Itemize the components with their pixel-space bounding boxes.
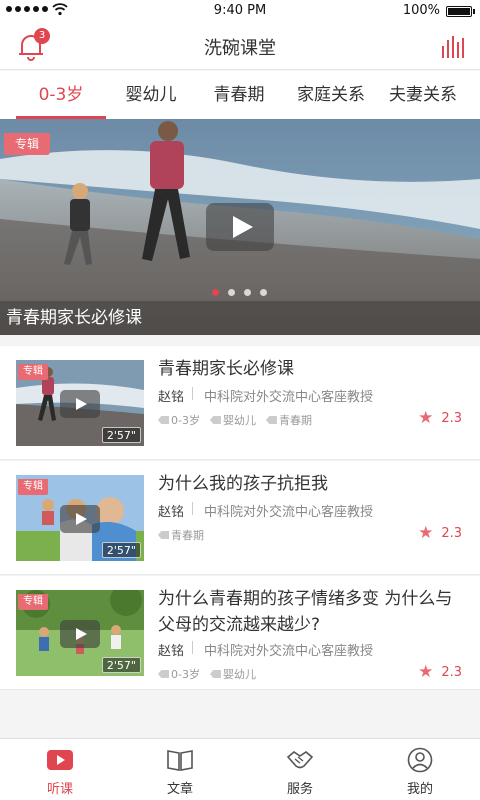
list-item[interactable]: 专辑 2'57" 为什么青春期的孩子情绪多变 为什么与父母的交流越来越少? 赵铭… [0, 576, 480, 690]
play-icon[interactable] [60, 505, 100, 533]
tag-icon [158, 670, 169, 678]
rating: ★ 2.3 [418, 408, 462, 428]
duration-label: 2'57" [101, 657, 141, 673]
album-tag: 专辑 [18, 364, 48, 380]
tab-couple[interactable]: 夫妻关系 [376, 71, 470, 119]
tag-icon [158, 531, 169, 539]
star-icon: ★ [418, 408, 434, 428]
rating: ★ 2.3 [418, 523, 462, 543]
album-tag: 专辑 [18, 594, 48, 610]
tab-0-3[interactable]: 0-3岁 [16, 71, 106, 119]
item-thumbnail: 专辑 2'57" [16, 590, 144, 676]
divider [192, 641, 193, 654]
play-button[interactable] [206, 203, 274, 251]
star-icon: ★ [418, 662, 434, 682]
divider [192, 502, 193, 515]
battery-percent: 100% [402, 3, 440, 18]
chart-bars-icon[interactable] [442, 36, 464, 58]
tab-label: 听课 [46, 782, 73, 797]
banner-carousel[interactable]: 专辑 青春期家长必修课 [0, 119, 480, 335]
item-thumbnail: 专辑 2'57" [16, 360, 144, 446]
tab-label: 我的 [406, 782, 433, 797]
tab-service[interactable]: 服务 [240, 739, 360, 800]
item-thumbnail: 专辑 2'57" [16, 475, 144, 561]
author-org: 中科院对外交流中心客座教授 [204, 390, 374, 405]
tab-mine[interactable]: 我的 [360, 739, 480, 800]
tag-chip[interactable]: 0-3岁 [158, 666, 200, 682]
page-title: 洗碗课堂 [204, 38, 276, 59]
tag-icon [209, 670, 221, 678]
author-name: 赵铭 [158, 505, 185, 520]
star-icon: ★ [418, 523, 434, 543]
tag-chip[interactable]: 青春期 [265, 412, 312, 428]
tag-chip[interactable]: 婴幼儿 [209, 666, 256, 682]
play-icon[interactable] [60, 620, 100, 648]
rating: ★ 2.3 [418, 662, 462, 682]
duration-label: 2'57" [101, 427, 141, 443]
category-tabs: 0-3岁 婴幼儿 青春期 家庭关系 夫妻关系 [0, 71, 480, 119]
tag-list: 青春期 [158, 527, 204, 543]
handshake-icon [286, 751, 314, 769]
play-icon [47, 750, 73, 770]
tab-label: 服务 [286, 782, 313, 797]
tab-label: 文章 [166, 782, 193, 797]
status-bar: 9:40 PM 100% [0, 0, 480, 22]
play-icon[interactable] [60, 390, 100, 418]
author-org: 中科院对外交流中心客座教授 [204, 644, 374, 659]
list-item[interactable]: 专辑 2'57" 青春期家长必修课 赵铭 中科院对外交流中心客座教授 0-3岁 … [0, 346, 480, 460]
carousel-dots [212, 289, 267, 296]
bottom-tab-bar: 听课 文章 服务 我的 [0, 738, 480, 800]
tab-listen[interactable]: 听课 [0, 739, 120, 800]
album-tag: 专辑 [18, 479, 48, 495]
tab-infant[interactable]: 婴幼儿 [108, 71, 194, 119]
item-title: 为什么我的孩子抗拒我 [158, 474, 328, 494]
tag-chip[interactable]: 青春期 [158, 527, 204, 543]
tag-chip[interactable]: 婴幼儿 [209, 412, 256, 428]
tag-list: 0-3岁 婴幼儿 青春期 [158, 412, 312, 428]
list-item[interactable]: 专辑 2'57" 为什么我的孩子抗拒我 赵铭 中科院对外交流中心客座教授 青春期… [0, 461, 480, 575]
tag-list: 0-3岁 婴幼儿 [158, 666, 256, 682]
app-header: 3 洗碗课堂 [0, 22, 480, 70]
duration-label: 2'57" [101, 542, 141, 558]
book-icon [167, 750, 193, 771]
banner-caption: 青春期家长必修课 [6, 308, 142, 328]
tag-icon [158, 416, 169, 424]
divider [192, 387, 193, 400]
album-tag: 专辑 [4, 133, 50, 155]
tag-icon [209, 416, 221, 424]
user-icon [407, 747, 433, 773]
author-name: 赵铭 [158, 390, 185, 405]
author-org: 中科院对外交流中心客座教授 [204, 505, 374, 520]
author-name: 赵铭 [158, 644, 185, 659]
tag-chip[interactable]: 0-3岁 [158, 412, 200, 428]
item-title: 为什么青春期的孩子情绪多变 为什么与父母的交流越来越少? [158, 589, 453, 635]
tab-adolescence[interactable]: 青春期 [196, 71, 282, 119]
item-title: 青春期家长必修课 [158, 359, 294, 379]
tab-article[interactable]: 文章 [120, 739, 240, 800]
tag-icon [265, 416, 277, 424]
battery-icon [446, 6, 475, 17]
tab-family[interactable]: 家庭关系 [284, 71, 378, 119]
